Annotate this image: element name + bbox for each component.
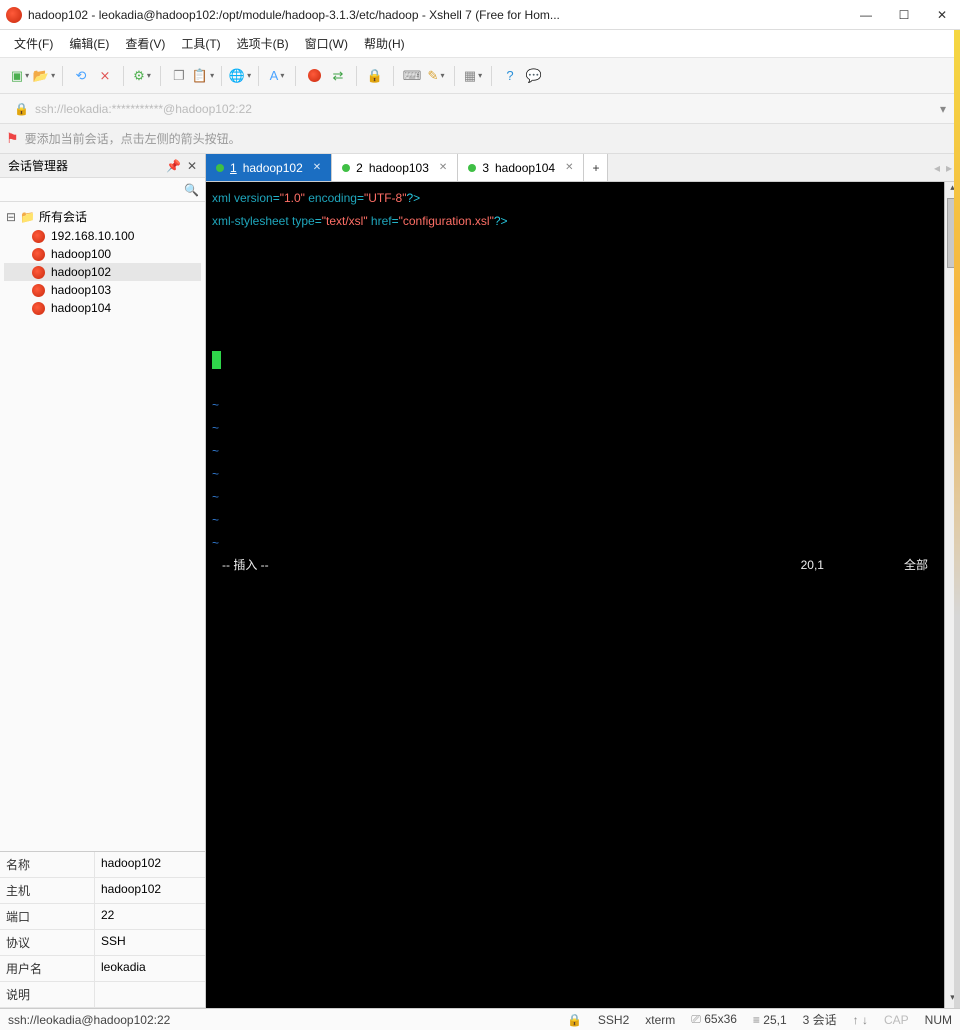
terminal-editor[interactable]: xml version="1.0" encoding="UTF-8"?> xml… — [206, 182, 960, 1008]
keyboard-icon[interactable]: ⌨ — [402, 66, 422, 86]
status-size: 65x36 — [704, 1012, 737, 1026]
tab-prev-icon[interactable]: ◂ — [934, 161, 940, 175]
menu-bar: 文件(F) 编辑(E) 查看(V) 工具(T) 选项卡(B) 窗口(W) 帮助(… — [0, 30, 960, 58]
address-bar[interactable]: 🔒 ssh://leokadia:***********@hadoop102:2… — [0, 94, 960, 124]
status-term: xterm — [645, 1013, 675, 1027]
menu-tabs[interactable]: 选项卡(B) — [237, 35, 289, 52]
status-dot-icon — [342, 164, 350, 172]
panel-close-icon[interactable]: ✕ — [187, 159, 197, 173]
open-icon[interactable]: 📂 — [34, 66, 54, 86]
status-bar: ssh://leokadia@hadoop102:22 🔒 SSH2 xterm… — [0, 1008, 960, 1030]
xshell-icon[interactable] — [304, 66, 324, 86]
status-sessions: 3 会话 — [803, 1011, 837, 1028]
prop-label: 用户名 — [0, 956, 95, 981]
lock-icon[interactable]: 🔒 — [365, 66, 385, 86]
prop-label: 名称 — [0, 852, 95, 877]
accent-strip — [954, 30, 960, 1008]
status-dot-icon — [468, 164, 476, 172]
status-numlock: NUM — [925, 1013, 952, 1027]
globe-icon[interactable]: 🌐 — [230, 66, 250, 86]
hint-bar: ⚑ 要添加当前会话，点击左侧的箭头按钮。 — [0, 124, 960, 154]
menu-help[interactable]: 帮助(H) — [364, 35, 405, 52]
session-properties: 名称hadoop102主机hadoop102端口22协议SSH用户名leokad… — [0, 851, 205, 1008]
tab-hadoop103[interactable]: 2 hadoop103✕ — [332, 154, 458, 181]
pin-icon[interactable]: 📌 — [166, 159, 181, 173]
menu-edit[interactable]: 编辑(E) — [69, 35, 109, 52]
window-titlebar: hadoop102 - leokadia@hadoop102:/opt/modu… — [0, 0, 960, 30]
new-session-icon[interactable]: ▣ — [10, 66, 30, 86]
session-icon — [32, 302, 45, 315]
window-title: hadoop102 - leokadia@hadoop102:/opt/modu… — [28, 8, 854, 22]
session-icon — [32, 266, 45, 279]
layout-icon[interactable]: ▦ — [463, 66, 483, 86]
transfer-icon[interactable]: ⇄ — [328, 66, 348, 86]
app-icon — [6, 7, 22, 23]
prop-value: hadoop102 — [95, 852, 205, 877]
prop-value: SSH — [95, 930, 205, 955]
status-cursor: 25,1 — [763, 1013, 786, 1027]
minimize-button[interactable]: — — [854, 8, 878, 22]
prop-value: hadoop102 — [95, 878, 205, 903]
tab-next-icon[interactable]: ▸ — [946, 161, 952, 175]
help-icon[interactable]: ? — [500, 66, 520, 86]
tab-close-icon[interactable]: ✕ — [313, 162, 321, 173]
status-capslock: CAP — [884, 1013, 909, 1027]
status-connection: ssh://leokadia@hadoop102:22 — [8, 1013, 170, 1027]
address-dropdown-icon[interactable]: ▾ — [940, 102, 946, 116]
paste-icon[interactable]: 📋 — [193, 66, 213, 86]
tab-hadoop104[interactable]: 3 hadoop104✕ — [458, 154, 584, 181]
reconnect-icon[interactable]: ⟲ — [71, 66, 91, 86]
menu-view[interactable]: 查看(V) — [125, 35, 165, 52]
add-tab-button[interactable]: + — [584, 154, 608, 181]
properties-icon[interactable]: ⚙ — [132, 66, 152, 86]
hint-text: 要添加当前会话，点击左侧的箭头按钮。 — [25, 130, 241, 147]
font-icon[interactable]: A — [267, 66, 287, 86]
session-search[interactable]: 🔍 — [0, 178, 205, 202]
maximize-button[interactable]: ☐ — [892, 8, 916, 22]
highlight-icon[interactable]: ✎ — [426, 66, 446, 86]
prop-label: 说明 — [0, 982, 95, 1007]
session-item[interactable]: hadoop104 — [4, 299, 201, 317]
status-lock-icon: 🔒 — [567, 1013, 582, 1027]
session-manager-panel: 会话管理器 📌 ✕ 🔍 ⊟📁 所有会话 192.168.10.100hadoop… — [0, 154, 206, 1008]
session-item[interactable]: hadoop103 — [4, 281, 201, 299]
session-manager-title: 会话管理器 — [8, 157, 68, 174]
session-icon — [32, 284, 45, 297]
status-protocol: SSH2 — [598, 1013, 629, 1027]
folder-icon: 📁 — [20, 210, 35, 224]
menu-window[interactable]: 窗口(W) — [305, 35, 348, 52]
copy-icon[interactable]: ❐ — [169, 66, 189, 86]
chat-icon[interactable]: 💬 — [524, 66, 544, 86]
ssl-lock-icon: 🔒 — [14, 102, 29, 116]
disconnect-icon[interactable]: ⨯ — [95, 66, 115, 86]
session-tree: ⊟📁 所有会话 192.168.10.100hadoop100hadoop102… — [0, 202, 205, 851]
prop-value — [95, 982, 205, 1007]
tab-close-icon[interactable]: ✕ — [565, 162, 573, 173]
tab-close-icon[interactable]: ✕ — [439, 162, 447, 173]
prop-label: 端口 — [0, 904, 95, 929]
text-cursor — [212, 351, 221, 369]
menu-file[interactable]: 文件(F) — [14, 35, 53, 52]
flag-icon: ⚑ — [6, 130, 19, 147]
session-icon — [32, 248, 45, 261]
tab-hadoop102[interactable]: 1 hadoop102✕ — [206, 154, 332, 181]
session-item[interactable]: hadoop100 — [4, 245, 201, 263]
tree-root[interactable]: ⊟📁 所有会话 — [4, 206, 201, 227]
session-item[interactable]: 192.168.10.100 — [4, 227, 201, 245]
menu-tools[interactable]: 工具(T) — [181, 35, 220, 52]
vim-status-line: -- 插入 --20,1全部 — [212, 554, 938, 576]
session-tabs: 1 hadoop102✕2 hadoop103✕3 hadoop104✕ + ◂… — [206, 154, 960, 182]
prop-value: leokadia — [95, 956, 205, 981]
prop-value: 22 — [95, 904, 205, 929]
session-icon — [32, 230, 45, 243]
close-button[interactable]: ✕ — [930, 8, 954, 22]
prop-label: 主机 — [0, 878, 95, 903]
address-text: ssh://leokadia:***********@hadoop102:22 — [35, 102, 252, 116]
toolbar: ▣ 📂 ⟲ ⨯ ⚙ ❐ 📋 🌐 A ⇄ 🔒 ⌨ ✎ ▦ ? 💬 — [0, 58, 960, 94]
prop-label: 协议 — [0, 930, 95, 955]
session-item[interactable]: hadoop102 — [4, 263, 201, 281]
status-dot-icon — [216, 164, 224, 172]
